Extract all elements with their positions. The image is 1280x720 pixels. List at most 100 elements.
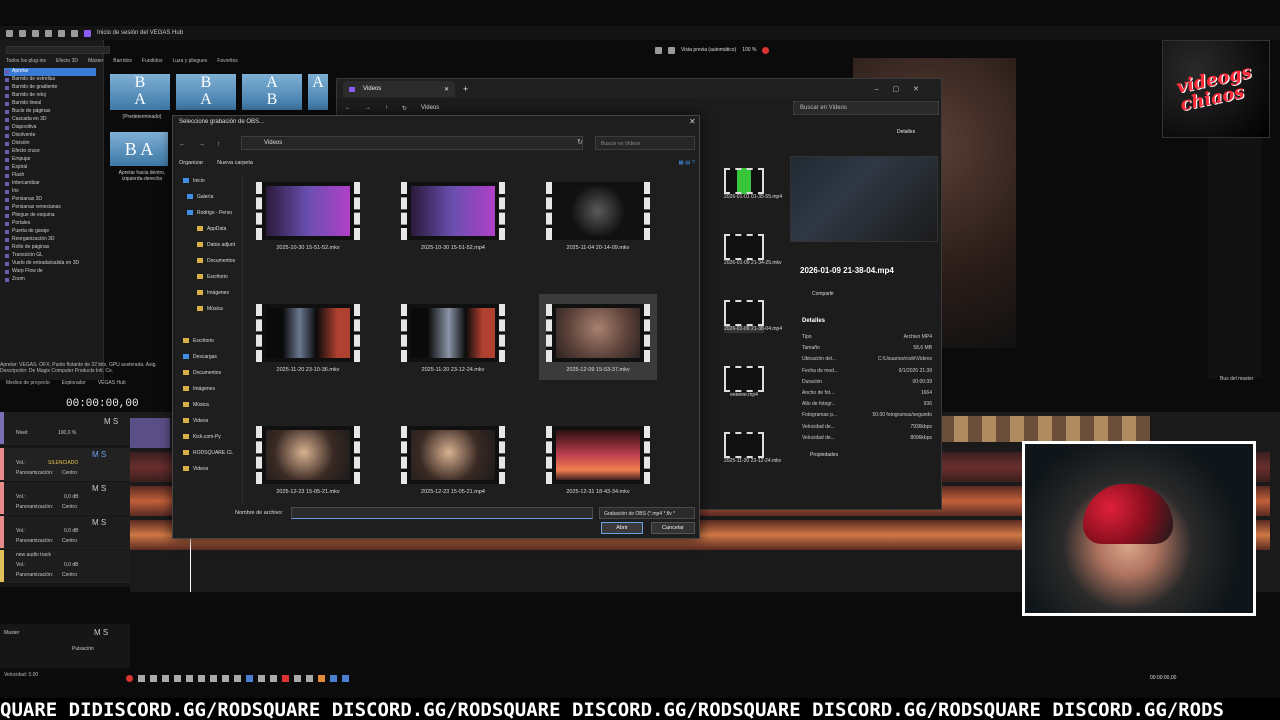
- file-item-selected[interactable]: 2026-01-09 21-38-04.mp4: [724, 300, 782, 333]
- pan-value[interactable]: Centro: [62, 572, 77, 578]
- lock-icon[interactable]: [306, 674, 313, 682]
- transition-item[interactable]: Barrido de gradiente: [4, 84, 96, 92]
- track-name[interactable]: new audio track: [16, 552, 51, 558]
- file-item[interactable]: eeeeee.mp4: [724, 366, 764, 399]
- transition-item[interactable]: Persianas 3D: [4, 196, 96, 204]
- settings-icon[interactable]: [45, 29, 52, 37]
- explorer-tab[interactable]: Videos ✕: [343, 81, 455, 97]
- organize-menu[interactable]: Organizar: [179, 160, 203, 172]
- file-item[interactable]: 2025-11-20 23-12-24.mkv: [394, 304, 512, 374]
- transition-item[interactable]: Warp Flow de: [4, 268, 96, 276]
- nav-item[interactable]: Música: [197, 306, 223, 312]
- nav-item[interactable]: Rodrigo - Perso: [187, 210, 232, 216]
- play-icon[interactable]: [162, 674, 169, 682]
- transition-item[interactable]: Iris: [4, 188, 96, 196]
- new-file-icon[interactable]: [6, 29, 13, 37]
- transition-item[interactable]: Barrido de reloj: [4, 92, 96, 100]
- edit-tool-icon[interactable]: [246, 674, 253, 682]
- nav-item[interactable]: Datos adjunt: [197, 242, 235, 248]
- tab-project-media[interactable]: Medios de proyecto: [6, 380, 50, 388]
- transition-item[interactable]: Bucle de páginas: [4, 108, 96, 116]
- mute-button[interactable]: M S: [92, 450, 106, 459]
- transition-item[interactable]: Vuelo de entrada/salida en 3D: [4, 260, 96, 268]
- snap-icon[interactable]: [330, 674, 337, 682]
- marker-icon[interactable]: [318, 674, 325, 682]
- properties-button[interactable]: Propiedades: [810, 452, 838, 458]
- volume-value[interactable]: 0,0 dB: [64, 494, 78, 500]
- volume-value[interactable]: 0,0 dB: [64, 528, 78, 534]
- transition-item[interactable]: Flash: [4, 172, 96, 180]
- close-icon[interactable]: ✕: [689, 117, 696, 126]
- transition-item[interactable]: Persianas venecianas: [4, 204, 96, 212]
- open-button[interactable]: Abrir: [601, 522, 643, 534]
- loop-icon[interactable]: [138, 674, 145, 682]
- close-tab-icon[interactable]: ✕: [444, 86, 449, 93]
- audio-track-header[interactable]: Vol.: 0,0 dB Panoramización: Centro M S: [0, 482, 130, 515]
- tab-category[interactable]: Efecto 3D: [56, 58, 78, 66]
- transitions-search-input[interactable]: [6, 46, 110, 54]
- go-to-start-icon[interactable]: [198, 674, 205, 682]
- video-clip[interactable]: [940, 416, 1150, 442]
- share-button[interactable]: Compartir: [812, 291, 834, 297]
- file-item[interactable]: 2025-12-23 15-05-21.mkv: [249, 426, 367, 496]
- file-type-select[interactable]: Grabación de OBS (*.mp4 *.flv *: [599, 507, 695, 519]
- window-controls[interactable]: –▢✕: [875, 85, 933, 93]
- details-button[interactable]: Detalles: [897, 129, 915, 135]
- nav-item[interactable]: Imágenes: [197, 290, 229, 296]
- nav-item[interactable]: Escritorio: [197, 274, 228, 280]
- new-tab-icon[interactable]: +: [463, 84, 468, 94]
- audio-track-header[interactable]: Vol.: SILENCIADO Panoramización: Centro …: [0, 448, 130, 481]
- preset-thumbnail[interactable]: A: [308, 74, 328, 110]
- select-tool-icon[interactable]: [258, 674, 265, 682]
- redo-icon[interactable]: [71, 29, 78, 37]
- zoom-level[interactable]: 100 %: [742, 47, 756, 53]
- nav-item[interactable]: Videos: [183, 466, 208, 472]
- stop-icon[interactable]: [186, 674, 193, 682]
- save-icon[interactable]: [32, 29, 39, 37]
- preset-thumbnail[interactable]: BA: [110, 74, 170, 110]
- split-screen-icon[interactable]: [668, 46, 675, 54]
- record-icon[interactable]: [126, 674, 133, 682]
- transition-item[interactable]: Disolvente: [4, 132, 96, 140]
- file-item[interactable]: 2025-11-20 23-12-24.mkv: [724, 432, 781, 465]
- transition-item[interactable]: Pliegue de esquina: [4, 212, 96, 220]
- breadcrumb[interactable]: Videos: [421, 105, 439, 111]
- auto-ripple-icon[interactable]: [342, 674, 349, 682]
- pan-value[interactable]: Centro: [62, 470, 77, 476]
- tab-category[interactable]: Fundidos: [142, 58, 163, 66]
- dialog-search-input[interactable]: Buscar en Videos: [595, 136, 695, 150]
- next-frame-icon[interactable]: [234, 674, 241, 682]
- vegas-hub-login[interactable]: Inicio de sesión del VEGAS Hub: [97, 30, 183, 36]
- transition-item[interactable]: Transición GL: [4, 252, 96, 260]
- new-folder-button[interactable]: Nueva carpeta: [217, 160, 253, 172]
- tab-category[interactable]: Máster: [88, 58, 103, 66]
- file-item[interactable]: 2025-12-31 18-43-34.mkv: [539, 426, 657, 496]
- pan-value[interactable]: Centro: [62, 504, 77, 510]
- preview-quality-select[interactable]: Vista previa (automático): [681, 47, 736, 53]
- nav-item[interactable]: Imágenes: [183, 386, 215, 392]
- filename-input[interactable]: [291, 507, 593, 519]
- file-item[interactable]: 2025-12-23 15-05-21.mp4: [394, 426, 512, 496]
- nav-item[interactable]: Videos: [183, 418, 208, 424]
- transition-item[interactable]: División: [4, 140, 96, 148]
- zoom-tool-icon[interactable]: [270, 674, 277, 682]
- cancel-button[interactable]: Cancelar: [651, 522, 695, 534]
- forward-icon[interactable]: →: [198, 141, 205, 148]
- mute-button[interactable]: M S: [104, 417, 118, 426]
- pan-value[interactable]: Centro: [62, 538, 77, 544]
- audio-track-header[interactable]: new audio track Vol.: 0,0 dB Panoramizac…: [0, 550, 130, 583]
- tab-category[interactable]: Favoritos: [217, 58, 238, 66]
- play-from-start-icon[interactable]: [150, 674, 157, 682]
- split-icon[interactable]: [294, 674, 301, 682]
- transition-item[interactable]: Barrido de estrellas: [4, 76, 96, 84]
- volume-value[interactable]: 0,0 dB: [64, 562, 78, 568]
- transition-item[interactable]: Puerta de garaje: [4, 228, 96, 236]
- tab-category[interactable]: Luza y pliegues: [172, 58, 207, 66]
- nav-item[interactable]: Escritorio: [183, 338, 214, 344]
- file-item[interactable]: 2026-01-09 21-34-25.mkv: [724, 234, 782, 267]
- transition-item[interactable]: Intercambiar: [4, 180, 96, 188]
- mute-button[interactable]: M S: [92, 518, 106, 527]
- file-item[interactable]: 2026-01-01 01-35-55.mp4: [724, 168, 782, 201]
- address-bar[interactable]: Videos: [241, 136, 583, 150]
- mute-button[interactable]: M S: [94, 628, 108, 637]
